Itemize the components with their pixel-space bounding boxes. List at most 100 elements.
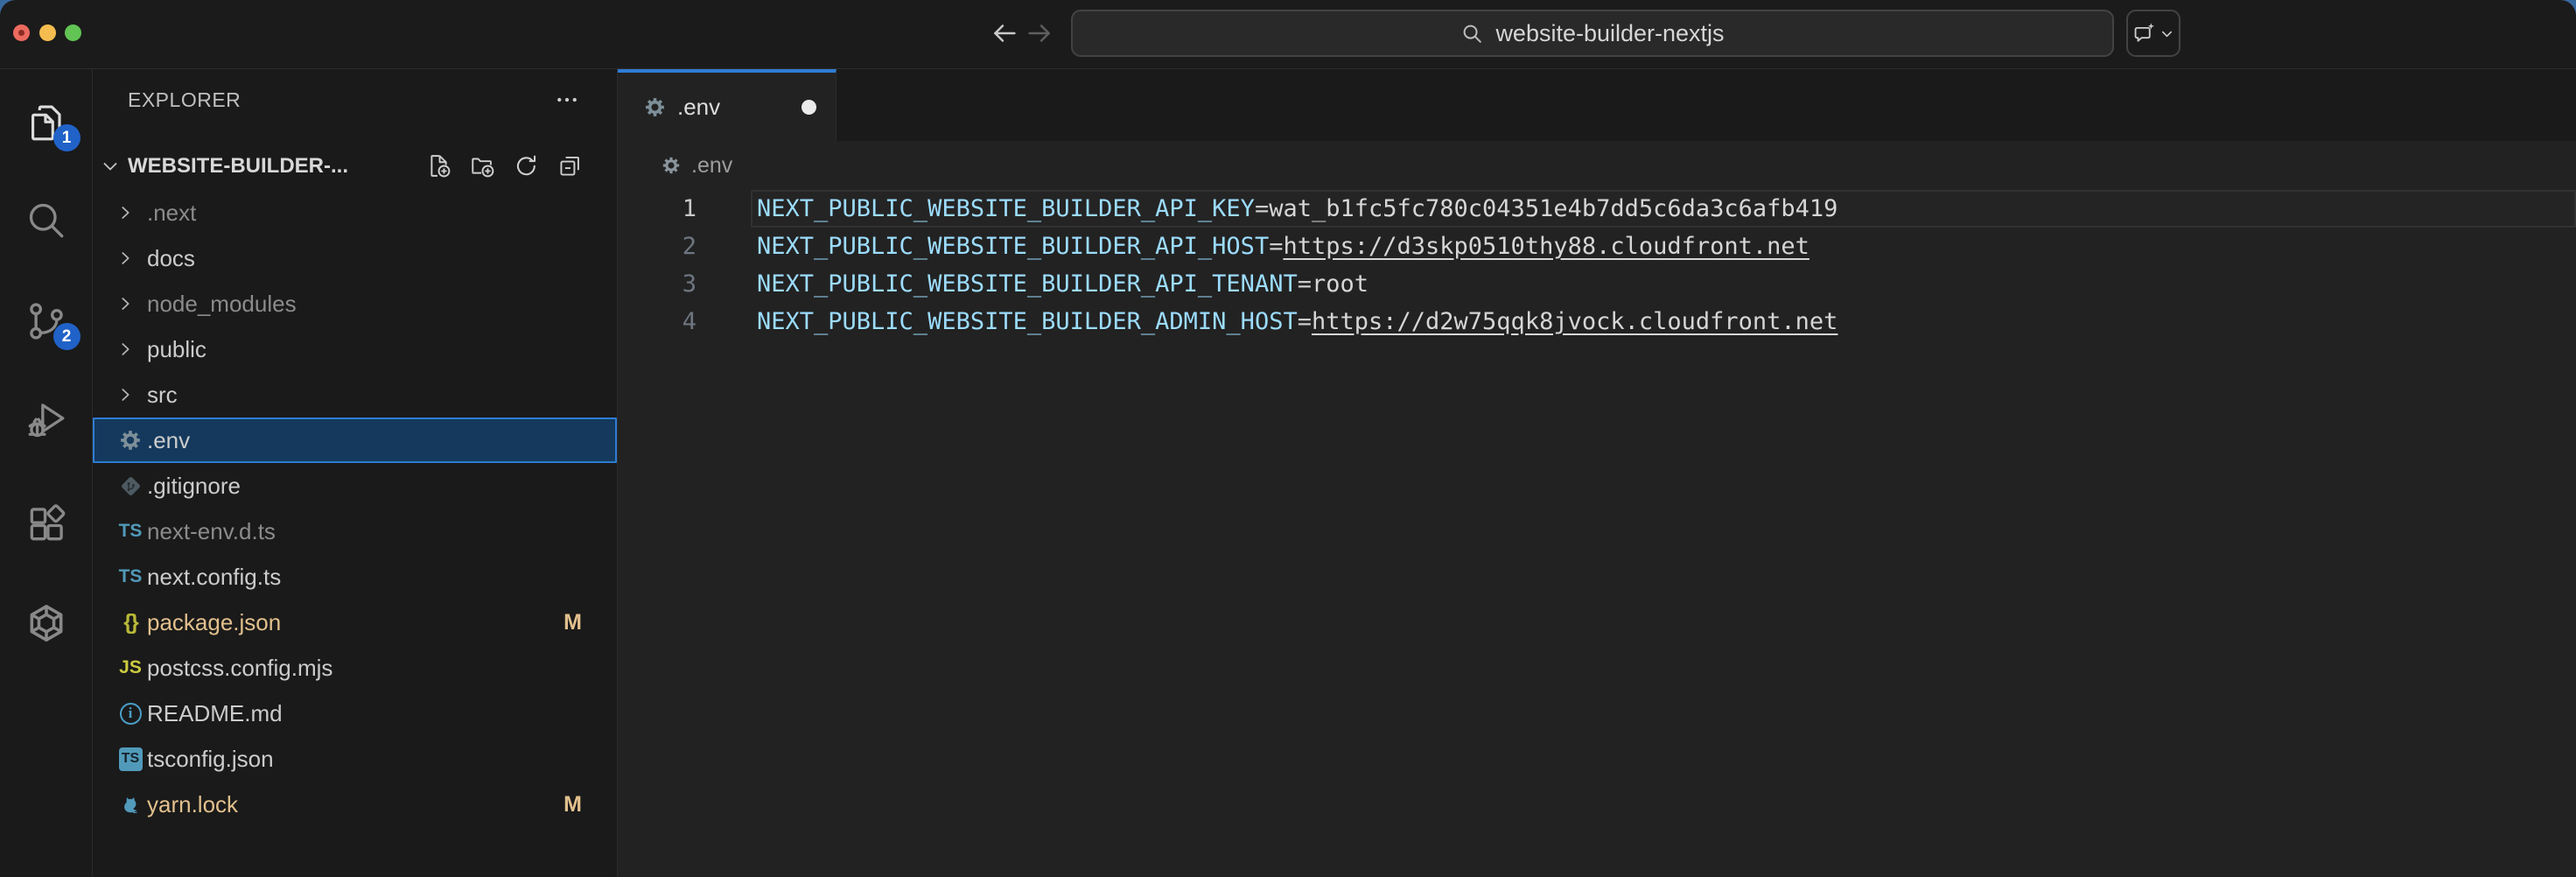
- env-value: root: [1312, 270, 1368, 298]
- url-link[interactable]: https://d3skp0510thy88.cloudfront.net: [1283, 233, 1809, 260]
- tree-item-node-modules[interactable]: node_modules: [93, 281, 617, 326]
- workspace-section-header[interactable]: WEBSITE-BUILDER-...: [93, 143, 617, 190]
- new-folder-button[interactable]: [469, 152, 496, 179]
- tree-item-package-json[interactable]: {} package.json M: [93, 600, 617, 645]
- file-name: .next: [147, 200, 196, 227]
- javascript-icon: JS: [119, 657, 142, 678]
- breadcrumb-label: .env: [691, 153, 732, 179]
- code-line: 4 NEXT_PUBLIC_WEBSITE_BUILDER_ADMIN_HOST…: [618, 303, 2576, 340]
- tree-item-readme-md[interactable]: i README.md: [93, 691, 617, 736]
- minimize-window-button[interactable]: [39, 25, 56, 41]
- breadcrumb[interactable]: .env: [618, 141, 2576, 190]
- chevron-right-icon: [116, 203, 135, 222]
- tree-item-postcss-config-mjs[interactable]: JS postcss.config.mjs: [93, 645, 617, 691]
- line-number: 3: [618, 270, 696, 298]
- tree-item-gitignore[interactable]: .gitignore: [93, 463, 617, 509]
- command-center-label: website-builder-nextjs: [1495, 20, 1724, 47]
- navigate-back-button[interactable]: [987, 16, 1022, 51]
- hexagon-icon: [24, 601, 68, 645]
- file-tree: .next docs node_modules public src .env: [93, 190, 617, 827]
- arrow-left-icon: [990, 18, 1019, 48]
- file-name: docs: [147, 245, 195, 272]
- tsconfig-icon: TS: [119, 747, 143, 771]
- extensions-icon: [24, 502, 68, 545]
- tree-item-public[interactable]: public: [93, 326, 617, 372]
- env-key: NEXT_PUBLIC_WEBSITE_BUILDER_API_HOST: [757, 233, 1269, 260]
- explorer-sidebar: EXPLORER WEBSITE-BUILDER-...: [93, 69, 618, 877]
- chevron-right-icon: [116, 249, 135, 268]
- file-name: .env: [147, 427, 190, 454]
- copilot-chat-button[interactable]: [2126, 10, 2180, 57]
- code-line: 1 NEXT_PUBLIC_WEBSITE_BUILDER_API_KEY=wa…: [618, 190, 2576, 228]
- tree-item-next-config-ts[interactable]: TS next.config.ts: [93, 554, 617, 600]
- file-name: .gitignore: [147, 473, 241, 500]
- activity-search-button[interactable]: [0, 172, 92, 270]
- activity-extensions-button[interactable]: [0, 474, 92, 572]
- json-braces-icon: {}: [123, 610, 136, 635]
- tab-label: .env: [677, 94, 720, 121]
- explorer-badge: 1: [53, 124, 80, 151]
- zoom-window-button[interactable]: [65, 25, 81, 41]
- line-number: 2: [618, 233, 696, 260]
- navigate-forward-button[interactable]: [1022, 16, 1057, 51]
- typescript-icon: TS: [119, 566, 143, 587]
- equals-sign: =: [1269, 233, 1283, 260]
- activity-hexagon-extension-button[interactable]: [0, 574, 92, 672]
- line-number: 4: [618, 308, 696, 335]
- git-status-badge: M: [564, 792, 582, 817]
- file-name: package.json: [147, 609, 281, 636]
- git-status-badge: M: [564, 610, 582, 635]
- ellipsis-icon: [554, 87, 580, 113]
- chevron-right-icon: [116, 340, 135, 359]
- tree-item-tsconfig-json[interactable]: TS tsconfig.json: [93, 736, 617, 782]
- file-name: public: [147, 336, 206, 363]
- tree-item-docs[interactable]: docs: [93, 235, 617, 281]
- workspace-name: WEBSITE-BUILDER-...: [128, 154, 348, 179]
- gear-icon: [644, 96, 666, 118]
- command-center-search[interactable]: website-builder-nextjs: [1071, 10, 2114, 57]
- file-name: src: [147, 382, 178, 409]
- tree-item-src[interactable]: src: [93, 372, 617, 417]
- tree-item-next[interactable]: .next: [93, 190, 617, 235]
- typescript-icon: TS: [119, 521, 143, 542]
- yarn-cat-icon: [119, 793, 142, 816]
- tree-item-env[interactable]: .env: [93, 417, 617, 463]
- activity-explorer-button[interactable]: 1: [0, 74, 92, 172]
- collapse-folders-button[interactable]: [556, 152, 584, 179]
- git-icon: [119, 474, 143, 498]
- new-folder-icon: [469, 152, 496, 179]
- title-bar: website-builder-nextjs: [0, 0, 2576, 69]
- collapse-all-icon: [556, 152, 584, 179]
- refresh-explorer-button[interactable]: [513, 152, 540, 179]
- refresh-icon: [513, 152, 540, 179]
- file-name: postcss.config.mjs: [147, 655, 332, 682]
- equals-sign: =: [1298, 308, 1312, 335]
- url-link[interactable]: https://d2w75qqk8jvock.cloudfront.net: [1312, 308, 1838, 335]
- new-file-button[interactable]: [425, 152, 452, 179]
- new-file-icon: [425, 152, 452, 179]
- activity-bar: 1 2: [0, 69, 93, 877]
- chevron-down-icon: [100, 156, 122, 177]
- close-window-button[interactable]: [13, 25, 30, 41]
- dirty-indicator[interactable]: [802, 100, 816, 115]
- file-name: README.md: [147, 700, 283, 727]
- chevron-right-icon: [116, 385, 135, 404]
- code-editor[interactable]: 1 NEXT_PUBLIC_WEBSITE_BUILDER_API_KEY=wa…: [618, 190, 2576, 877]
- arrow-right-icon: [1025, 18, 1054, 48]
- activity-run-debug-button[interactable]: [0, 371, 92, 469]
- tree-item-yarn-lock[interactable]: yarn.lock M: [93, 782, 617, 827]
- chevron-down-icon: [2160, 26, 2174, 41]
- equals-sign: =: [1255, 195, 1269, 222]
- tab-env[interactable]: .env: [618, 69, 836, 141]
- vscode-window: website-builder-nextjs 1: [0, 0, 2576, 877]
- file-name: tsconfig.json: [147, 746, 274, 773]
- run-debug-icon: [24, 398, 68, 442]
- readme-info-icon: i: [120, 703, 142, 725]
- search-icon: [24, 199, 68, 242]
- explorer-more-actions-button[interactable]: [552, 85, 582, 115]
- gear-icon: [662, 156, 681, 175]
- tab-bar: .env: [618, 69, 2576, 141]
- tree-item-next-env-d-ts[interactable]: TS next-env.d.ts: [93, 509, 617, 554]
- activity-source-control-button[interactable]: 2: [0, 272, 92, 370]
- env-value: wat_b1fc5fc780c04351e4b7dd5c6da3c6afb419: [1269, 195, 1838, 222]
